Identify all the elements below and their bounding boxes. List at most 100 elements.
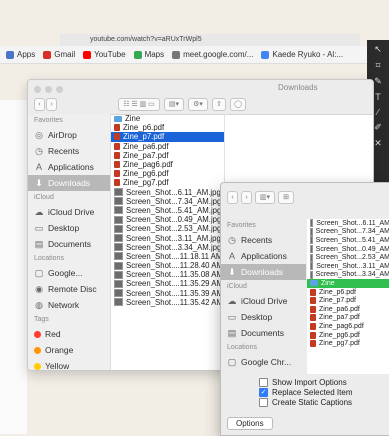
list-item[interactable]: Zine_p6.pdf: [111, 123, 224, 132]
list-item[interactable]: Screen_Shot...5.41_AM: [307, 236, 389, 245]
list-item[interactable]: Zine_p6.pdf: [307, 288, 389, 297]
list-item[interactable]: Screen_Shot...3.11_AM: [307, 262, 389, 271]
list-item[interactable]: Zine_pg6.pdf: [307, 331, 389, 340]
sidebar-section-header: Tags: [34, 316, 49, 323]
list-item[interactable]: Zine_pa7.pdf: [111, 151, 224, 160]
checkbox[interactable]: ✓: [259, 387, 268, 397]
crop-icon[interactable]: ⌗: [375, 60, 380, 71]
forward-button[interactable]: ›: [46, 98, 57, 111]
bookmark-item[interactable]: Maps: [133, 50, 164, 59]
sidebar-item-google-chr-[interactable]: ▢ Google Chr...: [221, 354, 306, 370]
list-item[interactable]: Screen_Shot....11.35.42 AM: [111, 298, 224, 307]
tags-button[interactable]: ◯: [230, 98, 246, 111]
option-replace-selected-item[interactable]: ✓ Replace Selected Item: [259, 387, 353, 397]
tag-color-dot: [34, 362, 41, 370]
sidebar-item-applications[interactable]: A Applications: [221, 248, 306, 264]
sidebar-item-label: Network: [48, 300, 80, 310]
zoom-window-button[interactable]: [56, 86, 63, 93]
image-file-icon: [310, 270, 313, 279]
applications-icon: A: [35, 162, 42, 172]
list-item[interactable]: Zine_pg7.pdf: [111, 178, 224, 187]
dialog-forward-button[interactable]: ›: [241, 191, 252, 204]
minimize-window-button[interactable]: [45, 86, 52, 93]
list-item[interactable]: Zine_pg6.pdf: [111, 169, 224, 178]
list-item[interactable]: Screen_Shot...6.11_AM: [307, 219, 389, 228]
list-item[interactable]: Zine_pg7.pdf: [307, 339, 389, 348]
list-item[interactable]: Zine_pag6.pdf: [307, 322, 389, 331]
list-item[interactable]: Screen_Shot...2.53_AM.jpg: [111, 224, 224, 233]
pointer-icon[interactable]: ↖: [374, 44, 382, 55]
back-button[interactable]: ‹: [34, 98, 45, 111]
option-create-static-captions[interactable]: Create Static Captions: [259, 397, 353, 407]
view-mode-segment[interactable]: ☷ ☰ ▥ ▭: [118, 98, 160, 111]
sidebar-item-network[interactable]: ◍ Network: [28, 297, 110, 313]
sidebar-item-documents[interactable]: ▤ Documents: [28, 236, 110, 252]
list-item[interactable]: Zine_pa6.pdf: [111, 142, 224, 151]
checkbox[interactable]: [259, 397, 268, 407]
bookmark-item[interactable]: Gmail: [43, 50, 75, 59]
sidebar-item-label: Orange: [45, 345, 74, 355]
bookmark-item[interactable]: YouTube: [83, 50, 126, 59]
dialog-view-button[interactable]: ▥▾: [255, 191, 275, 204]
sidebar-item-applications[interactable]: A Applications: [28, 159, 110, 175]
checkbox[interactable]: [259, 377, 268, 387]
list-item[interactable]: Zine: [111, 114, 224, 123]
sidebar-item-desktop[interactable]: ▭ Desktop: [221, 309, 306, 325]
list-item[interactable]: Screen_Shot....11.35.29 AM: [111, 279, 224, 288]
text-tool-icon[interactable]: T: [375, 92, 381, 102]
sidebar-tag-yellow[interactable]: Yellow: [28, 358, 110, 370]
sidebar-item-remote-disc[interactable]: ◉ Remote Disc: [28, 281, 110, 297]
sidebar-tag-red[interactable]: Red: [28, 326, 110, 342]
list-item[interactable]: Screen_Shot...2.53_AM: [307, 253, 389, 262]
list-item[interactable]: Screen_Shot...7.34_AM: [307, 227, 389, 237]
sidebar-tag-orange[interactable]: Orange: [28, 342, 110, 358]
list-item[interactable]: Screen_Shot....11.35.39 AM: [111, 289, 224, 298]
sidebar-item-icloud-drive[interactable]: ☁ iCloud Drive: [221, 293, 306, 309]
sidebar-item-airdrop[interactable]: ◎ AirDrop: [28, 127, 110, 143]
options-button[interactable]: Options: [227, 417, 273, 430]
list-item[interactable]: Zine_p7.pdf: [307, 296, 389, 305]
sidebar-section-header: iCloud: [34, 194, 54, 201]
dialog-back-button[interactable]: ‹: [227, 191, 238, 204]
line-tool-icon[interactable]: ∕: [377, 107, 379, 117]
sidebar-item-downloads[interactable]: ⬇ Downloads: [28, 175, 110, 191]
new-folder-button[interactable]: ⊞: [278, 191, 294, 204]
list-item[interactable]: Zine_pa6.pdf: [307, 305, 389, 314]
list-item[interactable]: Screen_Shot...0.49_AM.jpg: [111, 215, 224, 224]
list-item[interactable]: Zine_p7.pdf: [111, 132, 224, 142]
sidebar-item-icloud-drive[interactable]: ☁ iCloud Drive: [28, 204, 110, 220]
sidebar-item-recents[interactable]: ◷ Recents: [28, 143, 110, 159]
list-item[interactable]: Screen_Shot....11.28.40 AM: [111, 261, 224, 270]
sidebar-item-downloads[interactable]: ⬇ Downloads: [221, 264, 306, 280]
list-item[interactable]: Screen_Shot...7.34_AM.jpg: [111, 197, 224, 206]
close-tool-icon[interactable]: ✕: [374, 138, 382, 149]
list-item[interactable]: Screen_Shot....11.35.08 AM: [111, 270, 224, 279]
list-item[interactable]: Screen_Shot...0.49_AM: [307, 245, 389, 254]
sidebar-item-desktop[interactable]: ▭ Desktop: [28, 220, 110, 236]
list-item[interactable]: Zine: [307, 279, 389, 288]
group-menu-button[interactable]: ▤▾: [164, 98, 184, 111]
sidebar-item-recents[interactable]: ◷ Recents: [221, 232, 306, 248]
list-item[interactable]: Screen_Shot...3.34_AM.jpg: [111, 243, 224, 252]
list-item[interactable]: Screen_Shot...6.11_AM.jpg: [111, 188, 224, 197]
list-item[interactable]: Zine_pa7.pdf: [307, 314, 389, 323]
bookmark-item[interactable]: meet.google.com/...: [172, 50, 253, 59]
share-button[interactable]: ⇧: [212, 98, 226, 111]
list-item[interactable]: Screen_Shot...3.11_AM.jpg: [111, 233, 224, 243]
close-window-button[interactable]: [34, 86, 41, 93]
option-show-import-options[interactable]: Show Import Options: [259, 377, 353, 387]
list-item[interactable]: Screen_Shot...3.34_AM: [307, 270, 389, 280]
sidebar-item-documents[interactable]: ▤ Documents: [221, 325, 306, 341]
marker-icon[interactable]: ✐: [374, 122, 382, 133]
pdf-file-icon: [310, 322, 316, 330]
file-name: Screen_Shot...3.11_AM.jpg: [126, 233, 221, 243]
list-item[interactable]: Screen_Shot....11.18.11 AM: [111, 252, 224, 261]
sidebar-item-google-[interactable]: ▢ Google...: [28, 265, 110, 281]
action-gear-button[interactable]: ⚙▾: [188, 98, 208, 111]
list-item[interactable]: Screen_Shot...5.41_AM.jpg: [111, 206, 224, 215]
pen-icon[interactable]: ✎: [374, 76, 382, 87]
list-item[interactable]: Zine_pag6.pdf: [111, 160, 224, 169]
bookmark-item[interactable]: Apps: [6, 50, 35, 59]
address-bar-fragment[interactable]: youtube.com/watch?v=aRUxTrWpl5: [60, 34, 360, 46]
bookmark-item[interactable]: Kaede Ryuko - Al:...: [261, 50, 343, 59]
